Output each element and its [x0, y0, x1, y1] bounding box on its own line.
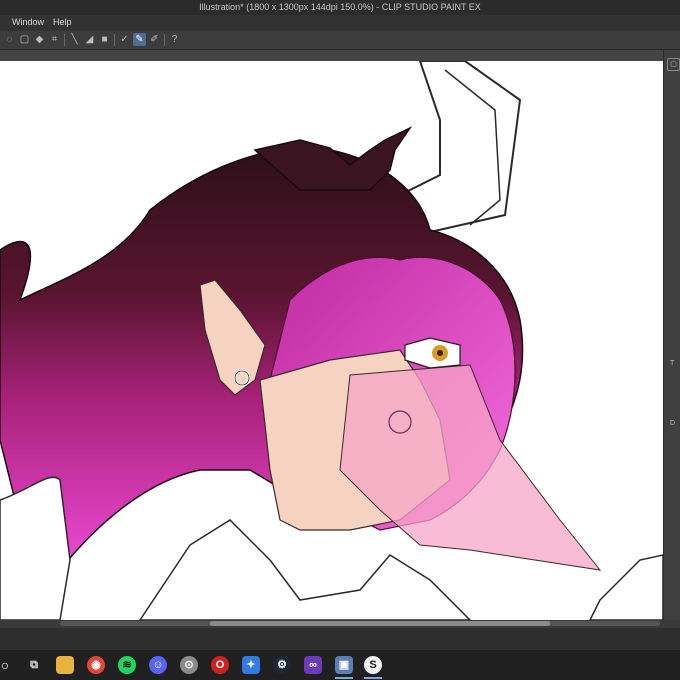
toolbar-divider — [64, 34, 65, 46]
right-panel: ▢ T D — [663, 50, 680, 620]
window-bottom — [0, 628, 680, 650]
shade-icon[interactable]: ◢ — [83, 33, 96, 46]
camera-icon[interactable]: ▣ — [335, 656, 353, 674]
lasso-select-icon[interactable]: ◌ — [3, 33, 16, 46]
active-indicator — [335, 677, 353, 679]
file-explorer-icon[interactable] — [56, 656, 74, 674]
chrome-icon[interactable]: ◉ — [87, 656, 105, 674]
spotify-icon[interactable]: ≋ — [118, 656, 136, 674]
window-title: Illustration* (1800 x 1300px 144dpi 150.… — [0, 0, 680, 15]
discord-icon[interactable]: ☺ — [149, 656, 167, 674]
pen-alt-icon[interactable]: ✐ — [148, 33, 161, 46]
app-blue-icon[interactable]: ✦ — [242, 656, 260, 674]
menu-bar: Window Help — [0, 15, 680, 31]
menu-help[interactable]: Help — [53, 17, 72, 27]
horizontal-scrollbar[interactable] — [60, 621, 660, 626]
panel-tab-icon[interactable]: ▢ — [667, 58, 680, 71]
menu-window[interactable]: Window — [12, 17, 44, 27]
clip-studio-icon[interactable]: S — [364, 656, 382, 674]
pen-icon[interactable]: ✓ — [118, 33, 131, 46]
panel-label-d: D — [670, 420, 676, 427]
app-icon[interactable]: ⊙ — [180, 656, 198, 674]
fill-icon[interactable]: ◆ — [33, 33, 46, 46]
task-view-icon[interactable]: ⧉ — [25, 656, 43, 674]
command-bar: ◌ ▢ ◆ ⌗ ╲ ◢ ■ ✓ ✎ ✐ ? — [0, 31, 680, 50]
panel-label-t: T — [670, 360, 675, 367]
line-icon[interactable]: ╲ — [68, 33, 81, 46]
opera-icon[interactable]: O — [211, 656, 229, 674]
crop-icon[interactable]: ⌗ — [48, 33, 61, 46]
artwork-svg — [0, 61, 663, 620]
help-icon[interactable]: ? — [168, 33, 181, 46]
toolbar-divider — [164, 34, 165, 46]
active-indicator — [364, 677, 382, 679]
select-all-icon[interactable]: ▢ — [18, 33, 31, 46]
steam-icon[interactable]: ⚙ — [273, 656, 291, 674]
scrollbar-thumb[interactable] — [210, 621, 550, 626]
toolbar-divider — [114, 34, 115, 46]
square-icon[interactable]: ■ — [98, 33, 111, 46]
pen-active-icon[interactable]: ✎ — [133, 33, 146, 46]
visual-studio-icon[interactable]: ∞ — [304, 656, 322, 674]
search-icon[interactable]: ○ — [0, 656, 14, 674]
drawing-canvas[interactable] — [0, 61, 663, 620]
